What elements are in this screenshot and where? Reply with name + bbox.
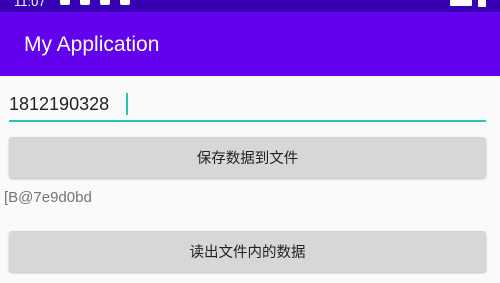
read-from-file-button[interactable]: 读出文件内的数据 [9,231,486,272]
notification-icon [60,0,70,5]
status-time: 11:07 [14,0,46,9]
signal-icon [450,0,472,6]
result-text: [B@7e9d0bd [4,189,92,206]
notification-icon [80,0,90,5]
notification-icon [100,0,110,5]
system-icons [450,0,486,7]
app-title: My Application [24,33,160,56]
text-input-container [9,86,486,122]
notification-icons [60,0,130,5]
text-input[interactable] [9,90,479,118]
battery-icon [478,0,486,7]
notification-icon [120,0,130,5]
app-bar: My Application [0,12,500,76]
text-cursor [126,93,128,115]
status-bar: 11:07 [0,0,500,12]
save-to-file-button[interactable]: 保存数据到文件 [9,137,486,178]
